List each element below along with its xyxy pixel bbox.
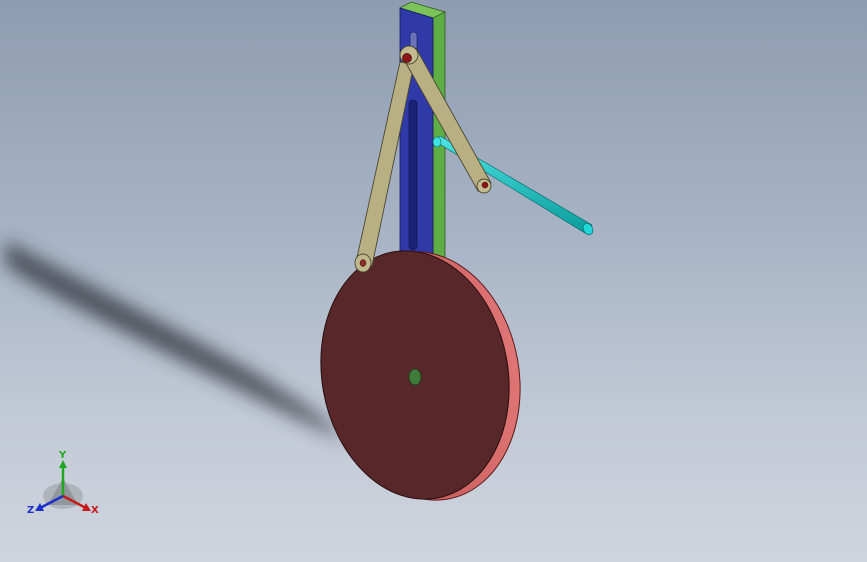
triad-z-label: Z [27,505,35,516]
cast-shadow [5,240,345,440]
rod-start-cap [432,136,442,148]
top-pin[interactable] [402,53,412,63]
triad-y-label: Y [59,450,67,461]
3d-viewport[interactable]: Y X Z [0,0,867,562]
rod-pin [481,181,489,189]
view-triad[interactable] [35,460,91,511]
triad-y-arrow [59,460,67,468]
frame-slot-long [408,99,418,251]
triad-x-label: X [91,505,99,516]
disc-hub[interactable] [408,368,422,386]
left-link-bottom-hole [359,259,367,267]
crank-disc[interactable] [302,236,540,516]
assembly-scene[interactable] [0,0,867,562]
